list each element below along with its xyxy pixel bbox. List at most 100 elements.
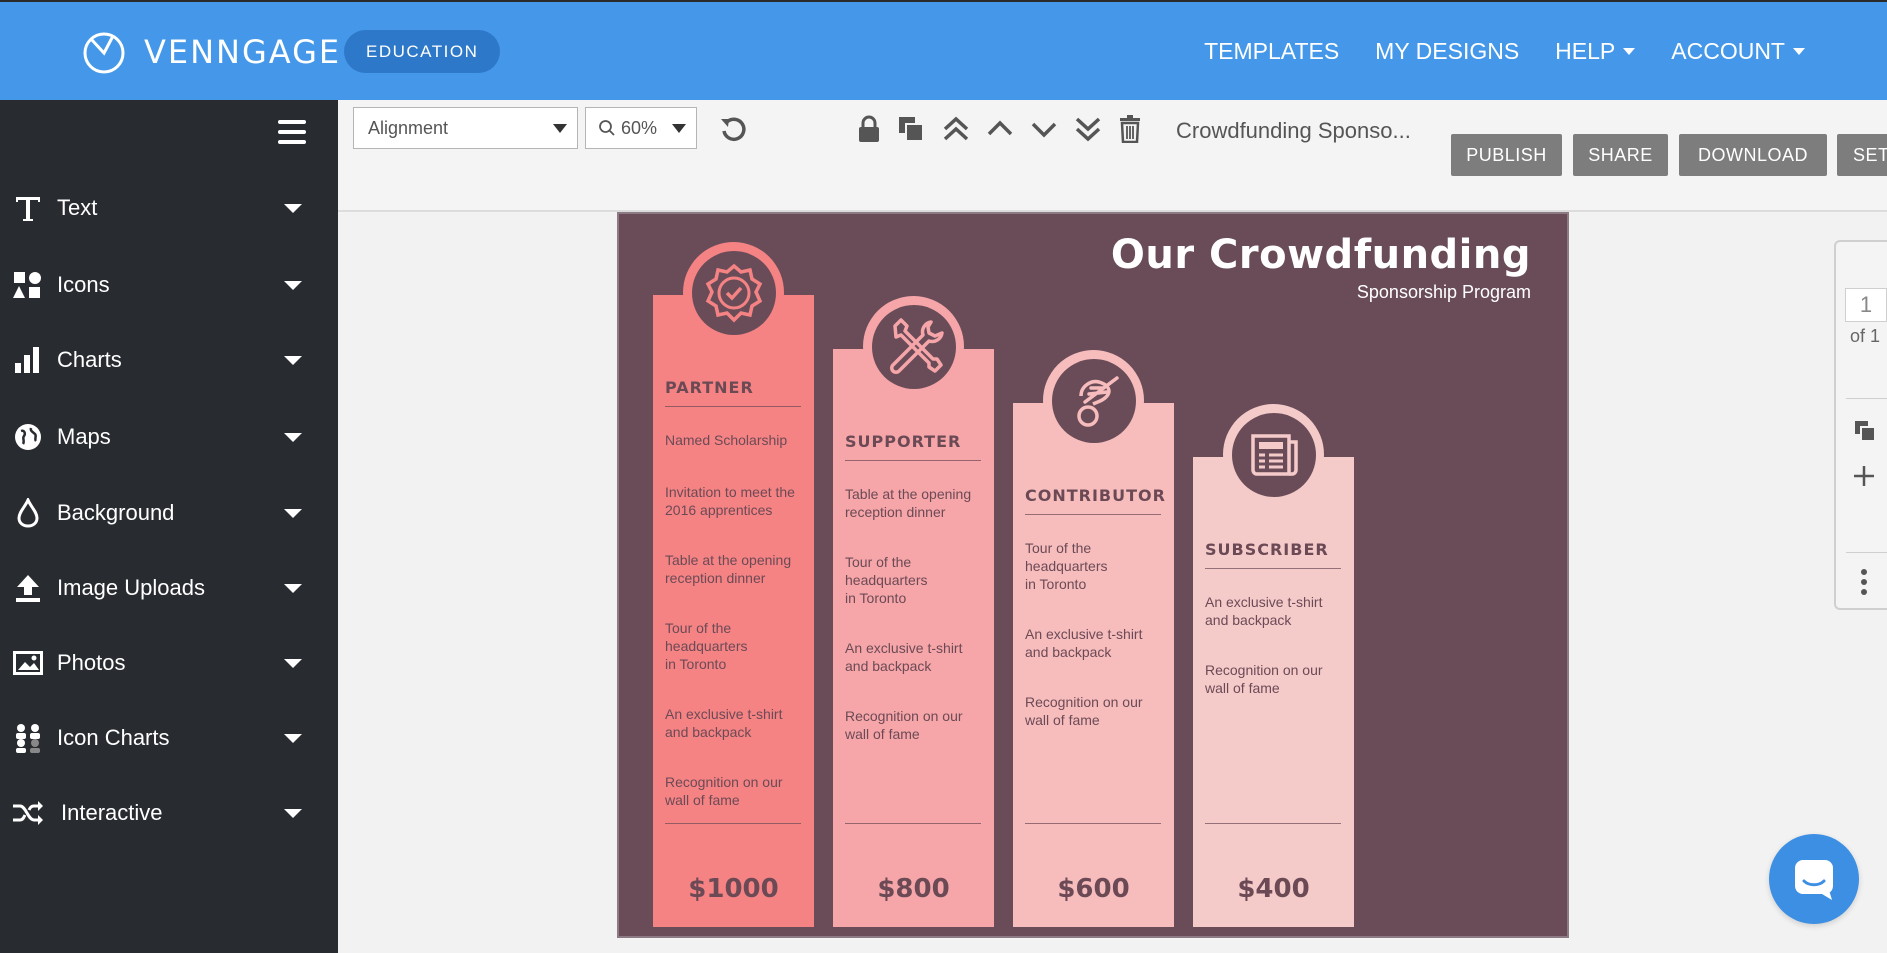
tier-card-subscriber[interactable]: SUBSCRIBER An exclusive t-shirt and back… [1193,404,1354,927]
sidebar-item-photos[interactable]: Photos [0,633,338,693]
duplicate-page-icon[interactable] [1854,420,1876,447]
page-panel: 1 of 1 [1834,240,1887,610]
share-button[interactable]: SHARE [1573,134,1668,176]
tier-card-supporter[interactable]: SUPPORTER Table at the opening reception… [833,296,994,927]
page-total: of 1 [1850,326,1881,346]
divider [1025,514,1161,515]
bring-to-front-icon[interactable] [941,114,971,144]
tier-name: SUPPORTER [845,432,962,451]
trash-icon[interactable] [1115,114,1145,144]
sidebar-item-label: Icon Charts [57,725,170,750]
chat-support-button[interactable] [1769,834,1859,924]
chevron-down-icon [284,432,302,442]
duplicate-icon[interactable] [896,114,926,144]
nav-templates[interactable]: TEMPLATES [1204,38,1339,65]
nav-my-designs[interactable]: MY DESIGNS [1375,38,1519,65]
droplet-icon [12,497,44,529]
divider [1846,552,1887,553]
nav-templates-label: TEMPLATES [1204,38,1340,64]
sidebar-item-label: Photos [57,650,126,675]
page-number-input[interactable]: 1 [1845,288,1887,322]
chevron-down-icon [284,658,302,668]
benefit-item: Recognition on our wall of fame [665,774,783,808]
benefit-item: Tour of the headquarters in Toronto [665,620,748,672]
tier-name: PARTNER [665,378,754,397]
benefit-item: Recognition on our wall of fame [1205,662,1323,696]
sidebar-item-background[interactable]: Background [0,483,338,543]
benefit-item: Tour of the headquarters in Toronto [845,554,928,606]
nav-help[interactable]: HELP [1555,38,1636,65]
sidebar-item-label: Maps [57,424,111,449]
chevron-down-icon [284,203,302,213]
sidebar-item-text[interactable]: Text [0,178,338,238]
sidebar-item-label: Icons [57,272,110,297]
send-to-back-icon[interactable] [1073,114,1103,144]
tier-price: $400 [1237,874,1310,904]
more-options-icon[interactable] [1860,568,1868,601]
alignment-select-value: Alignment [368,117,449,138]
lock-icon[interactable] [854,114,884,144]
add-page-icon[interactable] [1852,464,1876,493]
divider [845,823,981,824]
alignment-select[interactable]: Alignment [353,107,578,149]
benefit-item: An exclusive t-shirt and backpack [665,706,783,740]
tier-name: CONTRIBUTOR [1025,486,1166,505]
education-badge[interactable]: EDUCATION [344,30,501,73]
design-canvas[interactable]: Our Crowdfunding Sponsorship Program PAR… [617,212,1569,938]
text-icon [12,192,44,224]
upload-icon [12,572,44,604]
benefit-item: Recognition on our wall of fame [1025,694,1143,728]
divider [1205,823,1341,824]
menu-icon[interactable] [278,120,306,144]
brand-logo[interactable]: VENNGAGE [82,30,341,74]
sidebar: Text Icons Charts Maps Background Image … [0,100,338,953]
document-title[interactable]: Crowdfunding Sponso... [1176,118,1411,144]
sidebar-item-charts[interactable]: Charts [0,330,338,390]
nav-account[interactable]: ACCOUNT [1671,38,1805,65]
newspaper-icon [1231,412,1316,497]
benefit-item: An exclusive t-shirt and backpack [1025,626,1143,660]
benefit-item: An exclusive t-shirt and backpack [1205,594,1323,628]
chevron-down-icon [284,583,302,593]
divider [1025,823,1161,824]
main-nav: TEMPLATES MY DESIGNS HELP ACCOUNT [1204,38,1805,65]
sidebar-item-label: Text [57,195,98,220]
divider [665,406,801,407]
settings-button[interactable]: SET [1837,134,1887,176]
bring-forward-icon[interactable] [985,114,1015,144]
download-button[interactable]: DOWNLOAD [1679,134,1827,176]
caret-down-icon [1623,48,1636,55]
sidebar-item-maps[interactable]: Maps [0,407,338,467]
publish-button[interactable]: PUBLISH [1451,134,1562,176]
sidebar-item-image-uploads[interactable]: Image Uploads [0,558,338,618]
sidebar-item-label: Background [57,500,175,525]
tier-name: SUBSCRIBER [1205,540,1329,559]
benefit-item: Invitation to meet the 2016 apprentices [665,484,795,518]
tier-card-contributor[interactable]: CONTRIBUTOR Tour of the headquarters in … [1013,350,1174,927]
infographic-subtitle[interactable]: Sponsorship Program [1357,282,1531,303]
caret-down-icon [1793,48,1805,55]
brand-name: VENNGAGE [144,33,342,71]
top-navbar: VENNGAGE EDUCATION TEMPLATES MY DESIGNS … [0,0,1887,100]
tier-price: $1000 [688,874,779,904]
divider [1846,398,1887,399]
sidebar-item-icons[interactable]: Icons [0,255,338,315]
sidebar-item-interactive[interactable]: Interactive [0,783,338,843]
send-backward-icon[interactable] [1029,114,1059,144]
tier-card-partner[interactable]: PARTNER Named Scholarship Invitation to … [653,242,814,927]
bar-chart-icon [12,344,44,376]
badge-check-icon [691,250,776,335]
chevron-down-icon [284,280,302,290]
undo-icon[interactable] [718,114,748,144]
photo-icon [12,647,44,679]
people-icon [12,722,44,754]
benefit-item: Recognition on our wall of fame [845,708,963,742]
tier-icon-circle [683,242,784,343]
divider [845,460,981,461]
sidebar-item-icon-charts[interactable]: Icon Charts [0,708,338,768]
divider [665,823,801,824]
benefit-item: Named Scholarship [665,432,788,448]
chat-icon [1795,860,1833,900]
zoom-select[interactable]: 60% [585,107,697,149]
infographic-title[interactable]: Our Crowdfunding [1111,232,1531,278]
